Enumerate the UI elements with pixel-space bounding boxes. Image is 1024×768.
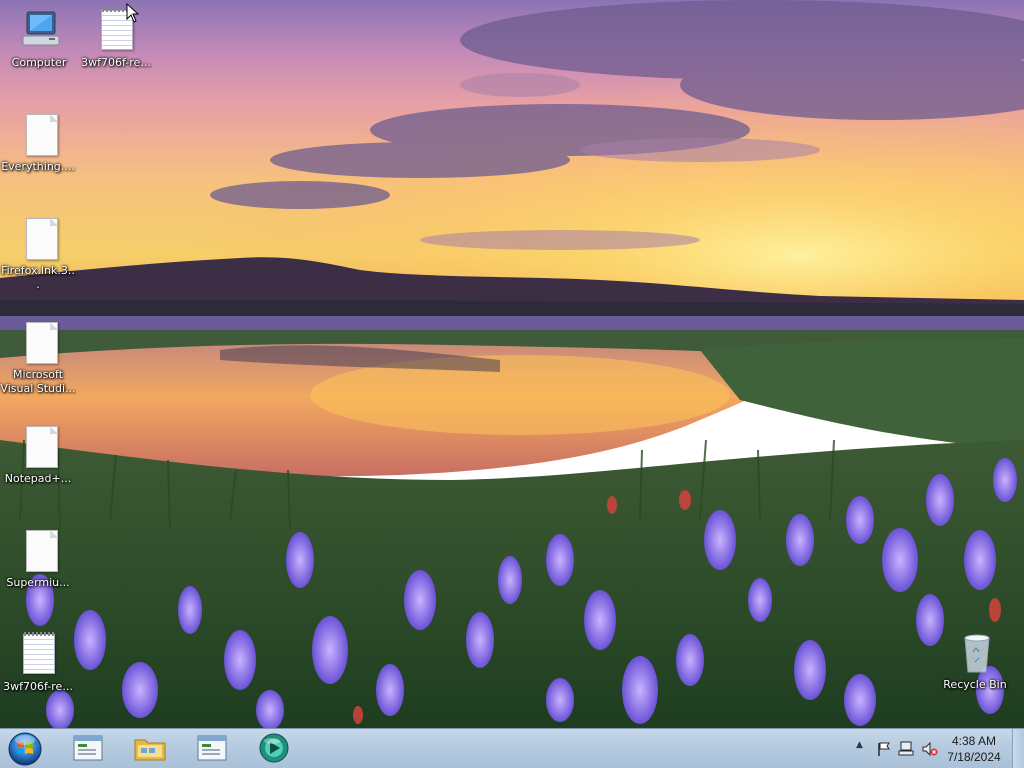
desktop-icon-computer[interactable]: Computer (1, 8, 77, 70)
show-desktop-button[interactable] (1012, 729, 1024, 768)
desktop-icon-label: Microsoft Visual Studi... (0, 368, 76, 395)
desktop-icon-label: Notepad+... (4, 472, 72, 485)
desktop-icon-label: Firefox.lnk.3... (1, 264, 75, 291)
notification-area: ▲ 4:38 AM 7/18/2024 (834, 729, 1024, 768)
desktop-icon-3wf706f-bottom[interactable]: 3wf706f-re... (0, 632, 76, 694)
clock-time: 4:38 AM (951, 734, 997, 748)
window-icon (73, 735, 103, 761)
desktop-icon-everything[interactable]: Everything.... (0, 112, 76, 174)
windows-orb-icon (8, 732, 42, 766)
action-center-flag-icon[interactable] (876, 741, 892, 757)
clock-date: 7/18/2024 (947, 750, 1001, 764)
desktop-icon-label: 3wf706f-re... (81, 56, 151, 69)
desktop-icon-recycle-bin[interactable]: Recycle Bin (937, 630, 1013, 692)
start-button[interactable] (6, 731, 44, 767)
file-icon (18, 112, 58, 156)
file-icon (18, 216, 58, 260)
recycle-bin-icon (955, 630, 995, 674)
desktop-icon-supermium[interactable]: Supermiu... (0, 528, 76, 590)
volume-muted-icon[interactable] (922, 741, 938, 757)
show-hidden-icons-button[interactable]: ▲ (856, 740, 863, 750)
file-icon (18, 320, 58, 364)
media-orb-icon (259, 733, 289, 763)
network-icon[interactable] (898, 741, 914, 757)
desktop-icon-firefox-lnk[interactable]: Firefox.lnk.3... (0, 216, 76, 292)
notepad-file-icon (18, 632, 58, 676)
window-icon (197, 735, 227, 761)
folder-icon (134, 739, 166, 761)
file-icon (18, 528, 58, 572)
desktop-icon-label: Recycle Bin (943, 678, 1007, 691)
taskbar-item-window-1[interactable] (70, 732, 106, 764)
computer-icon (19, 8, 60, 52)
desktop-icon-label: Everything.... (1, 160, 75, 173)
desktop-icon-label: Supermiu... (6, 576, 70, 589)
file-icon (18, 424, 58, 468)
system-clock[interactable]: 4:38 AM 7/18/2024 (940, 733, 1008, 765)
desktop-icon-3wf706f-top[interactable]: 3wf706f-re... (78, 8, 154, 70)
desktop-icon-notepadpp[interactable]: Notepad+... (0, 424, 76, 486)
desktop-icon-label: Computer (11, 56, 67, 69)
desktop-icon-msvs[interactable]: Microsoft Visual Studi... (0, 320, 76, 396)
taskbar-item-media[interactable] (256, 732, 292, 764)
taskbar-item-window-2[interactable] (194, 732, 230, 764)
taskbar: ▲ 4:38 AM 7/18/2024 (0, 728, 1024, 768)
desktop-wallpaper (0, 0, 1024, 728)
taskbar-item-explorer[interactable] (132, 732, 168, 764)
mouse-cursor-icon (126, 2, 140, 23)
desktop-icon-label: 3wf706f-re... (3, 680, 73, 693)
